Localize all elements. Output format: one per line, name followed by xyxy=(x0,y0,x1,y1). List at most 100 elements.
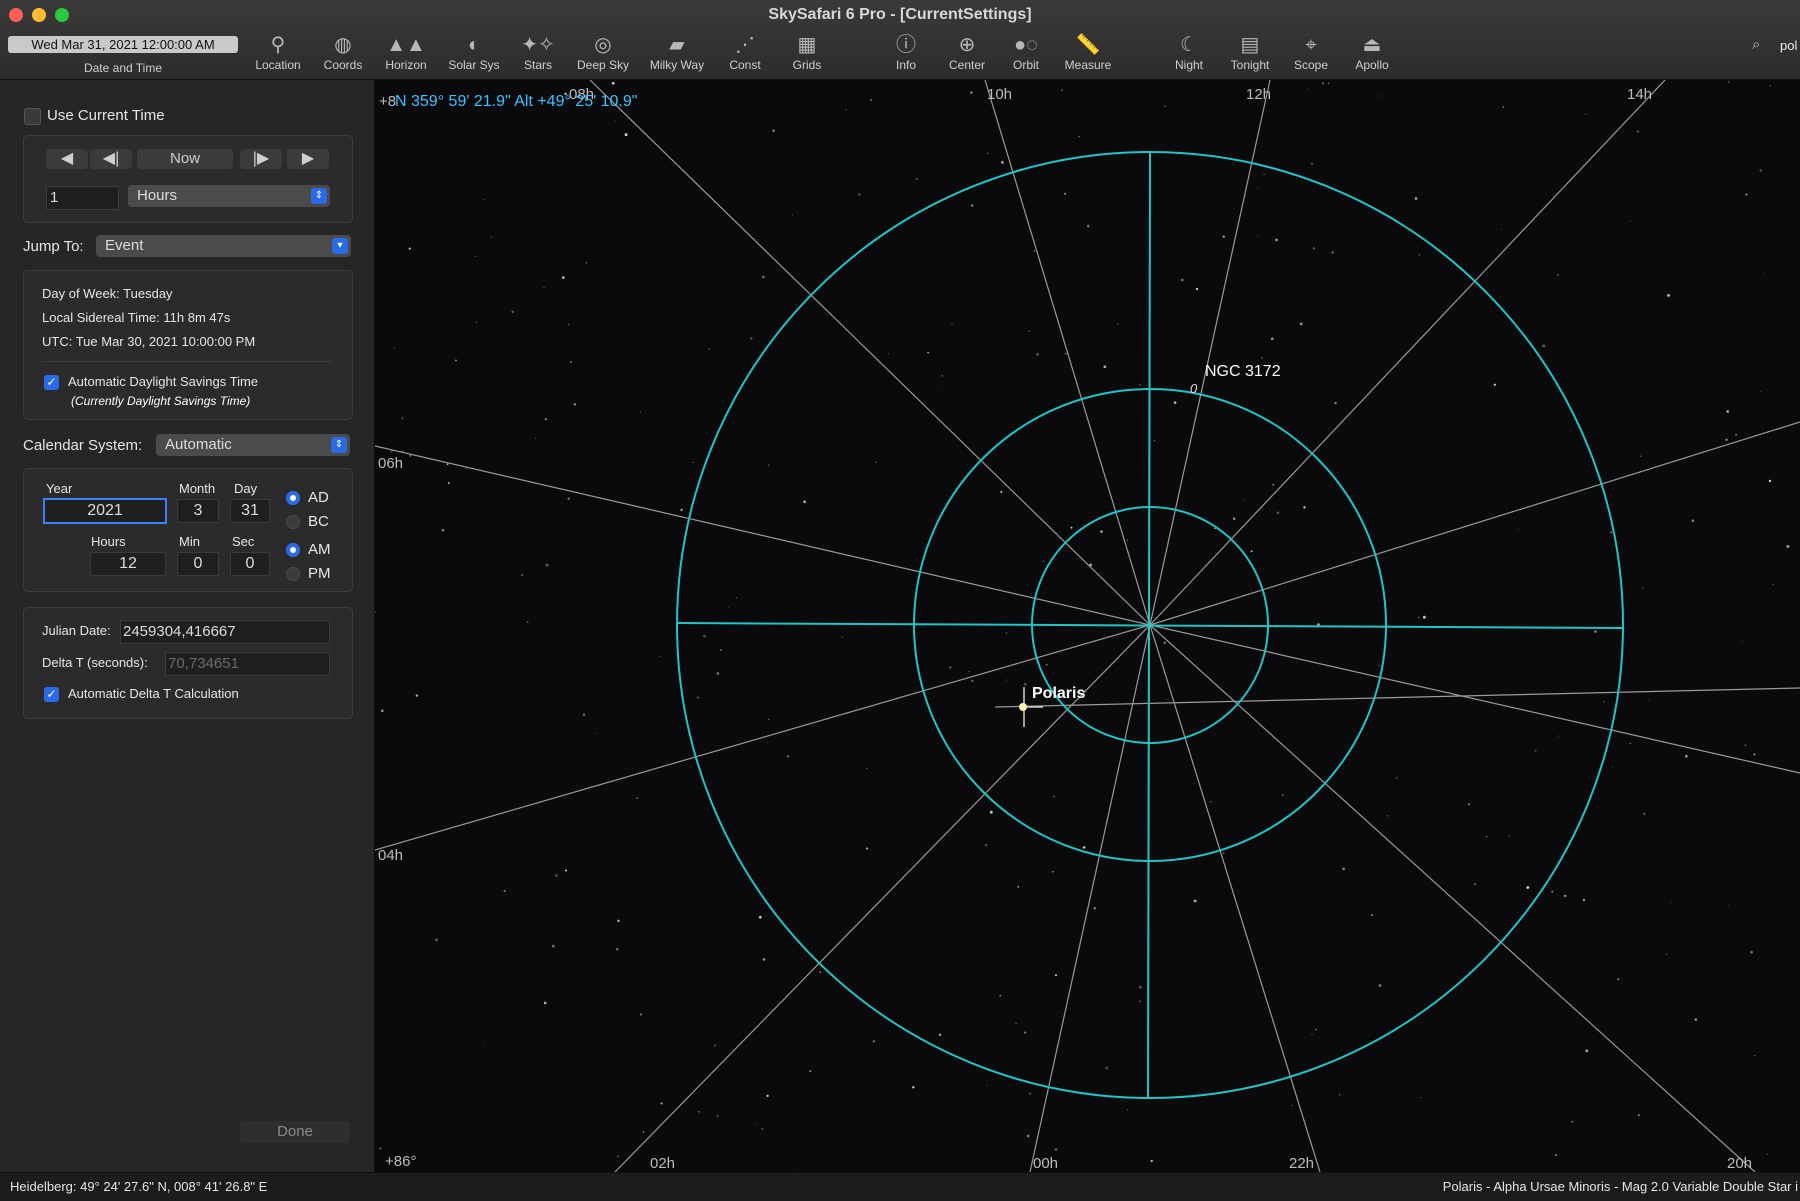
background-star xyxy=(803,500,806,504)
background-star xyxy=(1594,630,1597,633)
background-star xyxy=(1299,322,1303,326)
day-label: Day xyxy=(234,481,258,496)
background-star xyxy=(1786,544,1790,548)
background-star xyxy=(1036,353,1039,356)
background-star xyxy=(696,696,700,699)
background-star xyxy=(875,461,877,463)
step-forward-frame-button[interactable]: |▶ xyxy=(240,149,282,169)
jump-to-select[interactable]: Event ▾ xyxy=(96,235,351,257)
month-field[interactable]: 3 xyxy=(177,499,219,523)
horizon-button[interactable]: ▲▲ Horizon xyxy=(368,32,444,76)
ngc-3172-label[interactable]: NGC 3172 xyxy=(1205,363,1281,380)
ra-label: 12h xyxy=(1246,86,1271,103)
ad-label: AD xyxy=(308,489,329,506)
background-star xyxy=(1500,228,1503,230)
background-star xyxy=(984,844,988,847)
background-star xyxy=(841,636,843,638)
am-radio[interactable] xyxy=(286,543,300,557)
sky-chart-view[interactable]: 08h 10h 12h 14h 06h 04h 02h 00h 22h 20h … xyxy=(374,79,1800,1173)
lander-icon: ⏏ xyxy=(1362,34,1382,56)
sec-field[interactable]: 0 xyxy=(230,552,270,576)
background-star xyxy=(1244,499,1245,501)
background-star xyxy=(1086,224,1090,228)
background-star xyxy=(617,919,620,923)
bc-radio[interactable] xyxy=(286,515,300,529)
background-star xyxy=(1082,846,1086,849)
background-star xyxy=(1023,682,1027,686)
min-field[interactable]: 0 xyxy=(177,552,219,576)
background-star xyxy=(393,347,395,349)
background-star xyxy=(1667,293,1670,297)
calendar-system-select[interactable]: Automatic ⇕ xyxy=(156,434,350,456)
background-star xyxy=(1640,455,1642,457)
day-field[interactable]: 31 xyxy=(230,499,270,523)
background-star xyxy=(1103,365,1107,369)
date-time-field[interactable]: Wed Mar 31, 2021 12:00:00 AM xyxy=(8,36,238,53)
background-star xyxy=(1378,984,1382,987)
milky-way-button[interactable]: ▰ Milky Way xyxy=(639,32,715,76)
background-star xyxy=(1053,795,1056,798)
step-back-button[interactable]: ◀ xyxy=(46,149,88,169)
auto-delta-t-checkbox[interactable]: ✓ xyxy=(44,687,59,702)
background-star xyxy=(475,321,477,323)
background-star xyxy=(1554,1153,1558,1157)
background-star xyxy=(374,611,377,613)
background-star xyxy=(401,417,404,420)
background-star xyxy=(1694,1018,1698,1021)
background-star xyxy=(562,276,565,279)
background-star xyxy=(1759,169,1763,172)
step-unit-select[interactable]: Hours ⇕ xyxy=(128,185,330,207)
julian-date-field[interactable]: 2459304,416667 xyxy=(120,620,330,644)
background-star xyxy=(912,1086,915,1089)
background-star xyxy=(402,450,404,452)
ra-label: 10h xyxy=(987,86,1012,103)
background-star xyxy=(1070,526,1073,529)
background-star xyxy=(1468,803,1471,806)
apollo-button[interactable]: ⏏ Apollo xyxy=(1334,32,1410,76)
search-icon[interactable]: ⌕ xyxy=(1752,36,1760,53)
year-label: Year xyxy=(46,481,73,496)
step-forward-button[interactable]: ▶ xyxy=(287,149,329,169)
step-back-frame-button[interactable]: ◀| xyxy=(90,149,132,169)
ad-radio[interactable] xyxy=(286,491,300,505)
background-star xyxy=(698,1111,700,1113)
sec-label: Sec xyxy=(232,534,255,549)
background-star xyxy=(772,129,775,133)
background-star xyxy=(639,1013,642,1016)
date-time-caption: Date and Time xyxy=(83,61,163,75)
auto-delta-t-label: Automatic Delta T Calculation xyxy=(68,686,239,701)
done-button[interactable]: Done xyxy=(240,1121,350,1143)
sky-chart-canvas[interactable]: 08h 10h 12h 14h 06h 04h 02h 00h 22h 20h … xyxy=(374,79,1800,1173)
background-star xyxy=(1641,587,1644,589)
hours-field[interactable]: 12 xyxy=(90,552,166,576)
auto-dst-checkbox[interactable]: ✓ xyxy=(44,375,59,390)
divider xyxy=(42,361,332,362)
grids-button[interactable]: ▦ Grids xyxy=(769,32,845,76)
background-star xyxy=(1028,1092,1032,1095)
now-button[interactable]: Now xyxy=(137,149,233,169)
background-star xyxy=(1571,1120,1574,1123)
polaris-label[interactable]: Polaris xyxy=(1032,685,1085,702)
background-star xyxy=(535,437,537,439)
measure-button[interactable]: 📏 Measure xyxy=(1050,32,1126,76)
time-step-panel: ◀ ◀| Now |▶ ▶ 1 Hours ⇕ xyxy=(23,135,353,223)
deep-sky-button[interactable]: ◎ Deep Sky xyxy=(565,32,641,76)
background-star xyxy=(714,1044,717,1047)
background-star xyxy=(1291,1105,1293,1106)
background-star xyxy=(1378,664,1380,667)
background-star xyxy=(390,450,393,453)
milky-way-icon: ▰ xyxy=(669,34,685,56)
use-current-time-checkbox[interactable] xyxy=(24,108,41,125)
pm-radio[interactable] xyxy=(286,567,300,581)
background-star xyxy=(567,497,571,500)
step-amount-field[interactable]: 1 xyxy=(46,186,119,210)
background-star xyxy=(544,418,547,421)
ngc-3172-marker[interactable]: 0 xyxy=(1190,381,1198,396)
background-star xyxy=(1485,836,1488,838)
background-star xyxy=(1418,616,1420,619)
background-star xyxy=(1763,273,1765,275)
year-field[interactable]: 2021 xyxy=(43,498,167,524)
background-star xyxy=(435,938,438,942)
search-input[interactable]: pol xyxy=(1780,38,1797,53)
background-star xyxy=(503,889,506,893)
